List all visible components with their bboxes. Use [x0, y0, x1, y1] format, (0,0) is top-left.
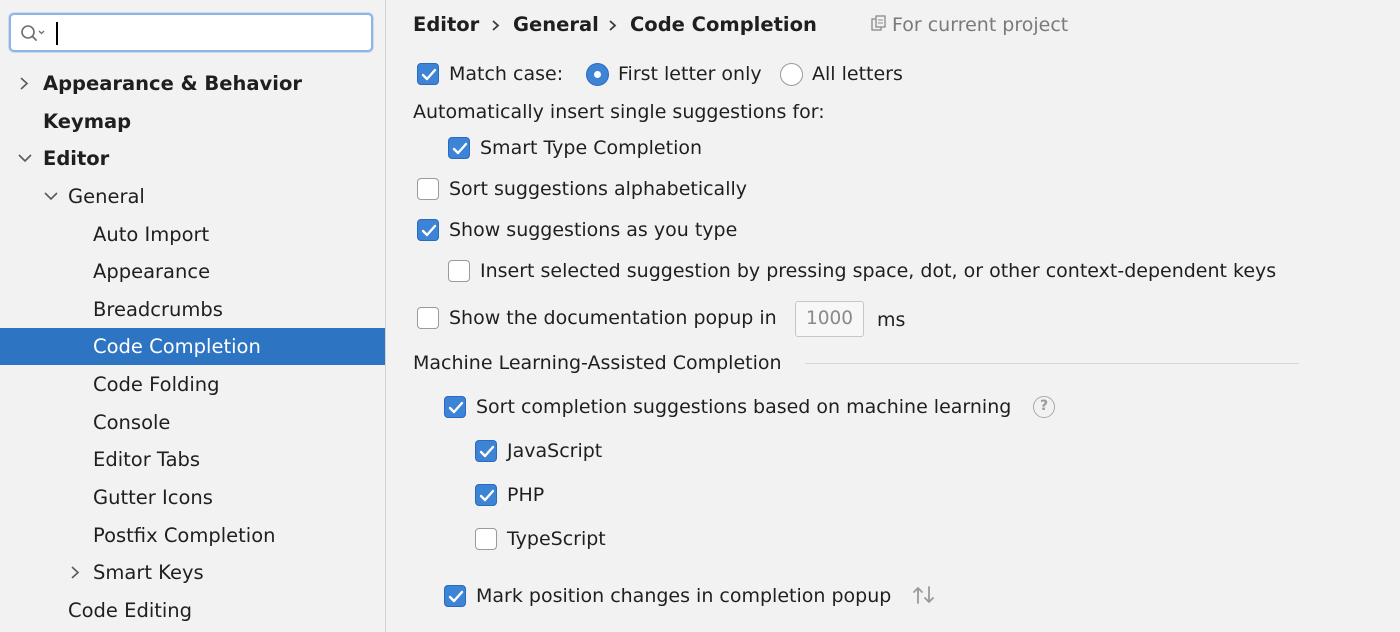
settings-sidebar: Appearance & Behavior Keymap Editor Gene… — [0, 0, 386, 632]
javascript-label: JavaScript — [507, 440, 603, 462]
sidebar-item-postfix-completion[interactable]: Postfix Completion — [0, 517, 385, 554]
radio-first-letter-label: First letter only — [618, 63, 762, 85]
search-input[interactable] — [55, 21, 363, 45]
sidebar-item-label: Auto Import — [93, 223, 210, 246]
doc-popup-checkbox[interactable] — [417, 307, 439, 329]
sidebar-item-general[interactable]: General — [0, 178, 385, 215]
smart-type-checkbox[interactable] — [448, 137, 470, 159]
auto-insert-heading: Automatically insert single suggestions … — [413, 101, 825, 123]
doc-popup-label: Show the documentation popup in — [449, 307, 777, 329]
checkmark-icon — [421, 224, 437, 237]
sidebar-item-appearance-behavior[interactable]: Appearance & Behavior — [0, 65, 385, 102]
doc-popup-unit: ms — [877, 309, 906, 331]
chevron-right-icon[interactable] — [16, 65, 32, 102]
text-caret — [56, 22, 58, 45]
sidebar-item-label: Code Editing — [68, 599, 193, 622]
scope-label: For current project — [892, 14, 1069, 36]
sidebar-item-editor-tabs[interactable]: Editor Tabs — [0, 441, 385, 478]
show-as-you-type-checkbox[interactable] — [417, 219, 439, 241]
sort-ml-checkbox[interactable] — [444, 396, 466, 418]
search-field[interactable] — [9, 13, 373, 52]
checkmark-icon — [479, 445, 495, 458]
search-icon[interactable] — [20, 24, 46, 42]
typescript-label: TypeScript — [507, 528, 606, 550]
sidebar-item-label: Editor Tabs — [93, 448, 201, 471]
sidebar-item-breadcrumbs[interactable]: Breadcrumbs — [0, 291, 385, 328]
help-icon[interactable]: ? — [1033, 396, 1055, 418]
settings-content: Editor General Code Completion For curre… — [387, 0, 1400, 632]
checkmark-icon — [479, 489, 495, 502]
sidebar-item-label: Code Folding — [93, 373, 220, 396]
show-as-you-type-label: Show suggestions as you type — [449, 219, 738, 241]
php-label: PHP — [507, 484, 545, 506]
sidebar-item-label: Appearance — [93, 260, 211, 283]
match-case-label: Match case: — [449, 63, 564, 85]
sidebar-item-gutter-icons[interactable]: Gutter Icons — [0, 479, 385, 516]
sidebar-item-appearance[interactable]: Appearance — [0, 253, 385, 290]
sidebar-item-label: Smart Keys — [93, 561, 204, 584]
chevron-right-icon — [492, 20, 500, 31]
sidebar-item-code-folding[interactable]: Code Folding — [0, 366, 385, 403]
mark-position-checkbox[interactable] — [444, 585, 466, 607]
checkmark-icon — [421, 68, 437, 81]
sidebar-item-keymap[interactable]: Keymap — [0, 103, 385, 140]
position-change-arrows-icon — [913, 586, 934, 604]
insert-selected-label: Insert selected suggestion by pressing s… — [480, 260, 1277, 282]
sidebar-item-label: Code Completion — [93, 335, 261, 358]
sidebar-item-label: Breadcrumbs — [93, 298, 223, 321]
copy-icon — [871, 15, 886, 31]
sidebar-item-code-completion[interactable]: Code Completion — [0, 328, 385, 365]
breadcrumb-general[interactable]: General — [513, 11, 599, 39]
radio-all-letters[interactable] — [780, 63, 803, 86]
sidebar-item-label: Editor — [43, 147, 110, 170]
sidebar-item-label: Console — [93, 411, 171, 434]
chevron-down-icon[interactable] — [43, 178, 59, 215]
sort-alphabetically-label: Sort suggestions alphabetically — [449, 178, 748, 200]
chevron-right-icon[interactable] — [67, 554, 83, 591]
sidebar-item-auto-import[interactable]: Auto Import — [0, 216, 385, 253]
section-divider — [805, 363, 1299, 364]
insert-selected-checkbox[interactable] — [448, 260, 470, 282]
chevron-right-icon — [609, 20, 617, 31]
match-case-checkbox[interactable] — [417, 63, 439, 85]
doc-popup-delay-input[interactable]: 1000 — [795, 301, 864, 337]
sidebar-item-smart-keys[interactable]: Smart Keys — [0, 554, 385, 591]
sidebar-item-editor[interactable]: Editor — [0, 140, 385, 177]
radio-all-letters-label: All letters — [812, 63, 903, 85]
smart-type-label: Smart Type Completion — [480, 137, 703, 159]
ml-section-title: Machine Learning-Assisted Completion — [413, 352, 782, 374]
checkmark-icon — [448, 590, 464, 603]
checkmark-icon — [448, 401, 464, 414]
mark-position-label: Mark position changes in completion popu… — [476, 585, 892, 607]
breadcrumb-code-completion: Code Completion — [630, 13, 817, 36]
sidebar-item-label: Gutter Icons — [93, 486, 213, 509]
javascript-checkbox[interactable] — [475, 440, 497, 462]
sidebar-item-console[interactable]: Console — [0, 404, 385, 441]
chevron-down-icon[interactable] — [17, 140, 33, 177]
checkmark-icon — [452, 142, 468, 155]
sidebar-item-label: Postfix Completion — [93, 524, 276, 547]
sidebar-item-label: General — [68, 185, 145, 208]
sidebar-item-label: Keymap — [43, 110, 132, 133]
sidebar-item-code-editing[interactable]: Code Editing — [0, 592, 385, 629]
breadcrumb-editor[interactable]: Editor — [413, 11, 479, 39]
sort-alphabetically-checkbox[interactable] — [417, 178, 439, 200]
sort-ml-label: Sort completion suggestions based on mac… — [476, 396, 1012, 418]
typescript-checkbox[interactable] — [475, 528, 497, 550]
php-checkbox[interactable] — [475, 484, 497, 506]
sidebar-item-label: Appearance & Behavior — [43, 72, 302, 95]
radio-first-letter-only[interactable] — [586, 63, 609, 86]
